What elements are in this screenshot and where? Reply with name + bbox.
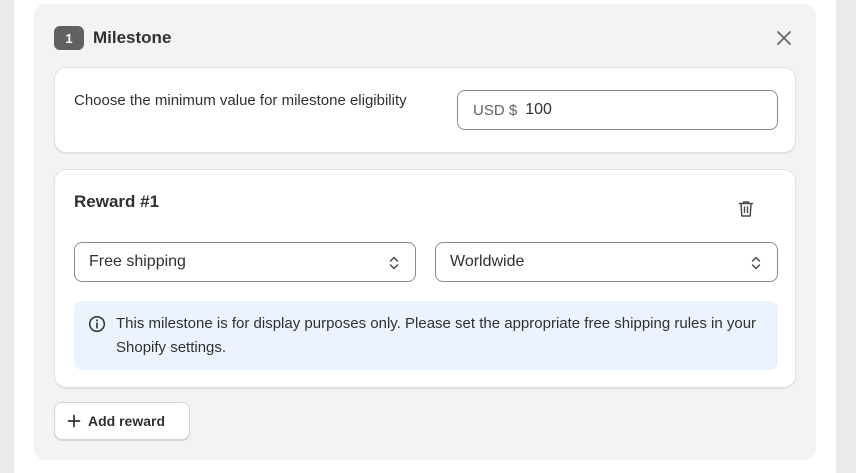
close-icon [777,31,791,45]
reward-region-value: Worldwide [450,253,525,270]
milestone-number-badge: 1 [54,26,84,50]
currency-prefix: USD $ [473,101,518,119]
chevron-up-down-icon [389,256,399,270]
milestone-panel: 1 Milestone Choose the minimum value for… [34,4,816,460]
reward-title: Reward #1 [74,192,160,211]
milestone-title: Milestone [93,28,172,47]
add-reward-button[interactable]: Add reward [54,402,190,440]
reward-type-select[interactable]: Free shipping [74,242,416,282]
add-reward-label: Add reward [88,413,166,429]
trash-icon [738,201,754,217]
close-button[interactable] [774,28,794,48]
reward-type-value: Free shipping [89,253,186,270]
info-icon [88,315,106,333]
info-banner: This milestone is for display purposes o… [74,301,778,370]
reward-region-select[interactable]: Worldwide [435,242,778,282]
delete-reward-button[interactable] [735,198,757,220]
reward-card: Reward #1 Free shipping Worldwide This m… [54,169,796,388]
minimum-value-label: Choose the minimum value for milestone e… [74,92,407,109]
minimum-value: 100 [525,101,552,118]
info-banner-text: This milestone is for display purposes o… [116,315,757,356]
minimum-value-card: Choose the minimum value for milestone e… [54,67,796,153]
milestone-header: 1 Milestone [54,26,171,50]
plus-icon [67,414,81,428]
minimum-value-input[interactable]: USD $ 100 [457,90,778,130]
chevron-up-down-icon [751,256,761,270]
